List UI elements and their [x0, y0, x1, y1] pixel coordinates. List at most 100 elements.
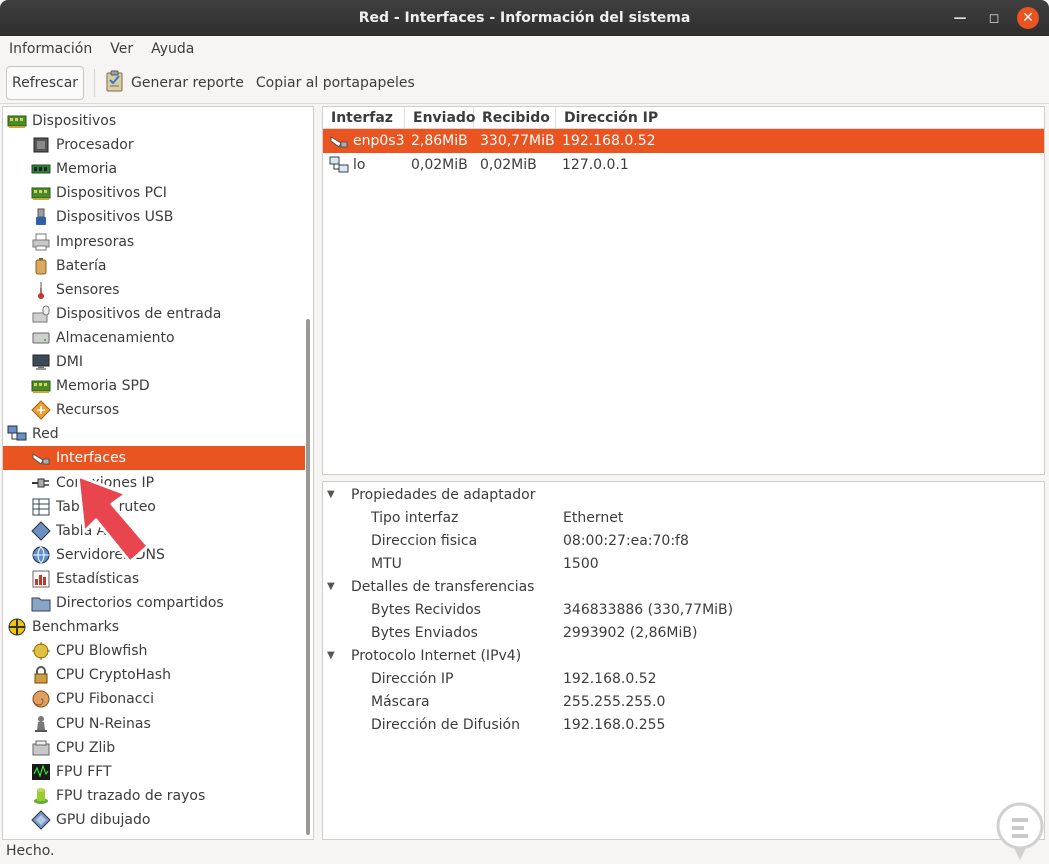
sidebar-item-procesador[interactable]: Procesador — [3, 133, 305, 157]
cell-text: 127.0.0.1 — [562, 157, 629, 173]
property-section[interactable]: ▼ Detalles de transferencias — [323, 575, 1023, 598]
sidebar-item-dispositivos-pci[interactable]: Dispositivos PCI — [3, 181, 305, 205]
status-bar: Hecho. — [6, 843, 55, 859]
property-value: Ethernet — [563, 509, 624, 526]
maximize-icon[interactable]: ◻ — [983, 7, 1005, 29]
cryptohash-icon — [31, 665, 51, 685]
close-icon[interactable]: ✕ — [1017, 7, 1039, 29]
copy-clipboard-button[interactable]: Copiar al portapapeles — [256, 75, 415, 91]
zlib-icon — [31, 738, 51, 758]
sidebar-item-label: CPU N-Reinas — [56, 715, 151, 732]
column-header-recibido[interactable]: Recibido — [474, 107, 556, 128]
cell-text: lo — [353, 157, 366, 173]
sidebar-item-label: Dispositivos PCI — [56, 185, 167, 202]
property-label: Protocolo Internet (IPv4) — [351, 647, 522, 664]
chess-icon — [31, 714, 51, 734]
sidebar-item-bateria[interactable]: Batería — [3, 254, 305, 278]
sidebar-item-sensores[interactable]: Sensores — [3, 278, 305, 302]
column-header-enviado[interactable]: Enviado — [405, 107, 476, 128]
sidebar-item-label: Recursos — [56, 402, 120, 419]
cell-sent: 2,86MiB — [405, 133, 474, 149]
sidebar-item-tabla-de-ruteo[interactable]: Tabla de ruteo — [3, 495, 305, 519]
sidebar-item-tabla-arp[interactable]: Tabla ARP — [3, 519, 305, 543]
sidebar-item-label: GPU dibujado — [56, 811, 151, 828]
property-section[interactable]: ▼ Protocolo Internet (IPv4) — [323, 644, 1023, 667]
cell-text: 192.168.0.52 — [562, 133, 656, 149]
sidebar-item-gpu-dibujado[interactable]: GPU dibujado — [3, 808, 305, 832]
column-header-interfaz[interactable]: Interfaz — [323, 107, 405, 128]
sidebar-item-almacenamiento[interactable]: Almacenamiento — [3, 326, 305, 350]
sidebar-item-conexiones-ip[interactable]: Conexiones IP — [3, 471, 305, 495]
cpu-icon — [31, 135, 51, 155]
property-value: 08:00:27:ea:70:f8 — [563, 532, 689, 549]
menu-informacion[interactable]: Información — [0, 41, 101, 57]
sidebar-item-interfaces[interactable]: Interfaces — [3, 446, 305, 471]
sidebar-item-estadisticas[interactable]: Estadísticas — [3, 567, 305, 591]
sidebar-item-dispositivos-de-entrada[interactable]: Dispositivos de entrada — [3, 302, 305, 326]
sidebar-item-fpu-trazado-de-rayos[interactable]: FPU trazado de rayos — [3, 784, 305, 808]
sidebar-item-cpu-cryptohash[interactable]: CPU CryptoHash — [3, 663, 305, 687]
sidebar-item-benchmarks[interactable]: Benchmarks — [3, 615, 305, 639]
menu-ayuda[interactable]: Ayuda — [142, 41, 203, 57]
property-label: Máscara — [371, 693, 430, 710]
cell-text: 0,02MiB — [411, 157, 468, 173]
table-row[interactable]: lo 0,02MiB 0,02MiB 127.0.0.1 — [323, 153, 1044, 177]
property-row: MTU 1500 — [323, 552, 1023, 575]
sidebar-item-label: Memoria SPD — [56, 378, 150, 395]
menu-ver[interactable]: Ver — [101, 41, 142, 57]
property-value: 346833886 (330,77MiB) — [563, 601, 734, 618]
sidebar-item-label: Dispositivos — [32, 113, 117, 129]
sidebar-item-label: Procesador — [56, 137, 134, 154]
sidebar-item-impresoras[interactable]: Impresoras — [3, 230, 305, 254]
column-header-direccion-ip[interactable]: Dirección IP — [556, 107, 1044, 128]
cell-name: lo — [323, 155, 405, 175]
sidebar-item-dispositivos-usb[interactable]: Dispositivos USB — [3, 205, 305, 229]
sidebar-scrollbar[interactable] — [306, 319, 310, 835]
sidebar-item-servidores-dns[interactable]: Servidores DNS — [3, 543, 305, 567]
sidebar-item-cpu-blowfish[interactable]: CPU Blowfish — [3, 639, 305, 663]
sidebar-item-label: Interfaces — [56, 450, 126, 467]
cell-text: 330,77MiB — [480, 133, 555, 149]
globe-icon — [31, 545, 51, 565]
property-value: 1500 — [563, 555, 599, 572]
sidebar-item-dispositivos[interactable]: Dispositivos — [3, 109, 305, 133]
sidebar-item-label: CPU Fibonacci — [56, 691, 155, 708]
property-label: Tipo interfaz — [371, 509, 459, 526]
sidebar-item-fpu-fft[interactable]: FPU FFT — [3, 760, 305, 784]
sidebar-item-memoria[interactable]: Memoria — [3, 157, 305, 181]
generate-report-button[interactable]: Generar reporte — [105, 70, 244, 96]
sidebar-item-memoria-spd[interactable]: Memoria SPD — [3, 374, 305, 398]
sidebar-item-red[interactable]: Red — [3, 422, 305, 446]
expander-triangle-icon[interactable]: ▼ — [327, 650, 339, 661]
property-label: Bytes Recividos — [371, 601, 481, 618]
sidebar-item-cpu-zlib[interactable]: CPU Zlib — [3, 736, 305, 760]
title-bar: Red - Interfaces - Información del siste… — [0, 0, 1049, 36]
property-label: MTU — [371, 555, 402, 572]
sidebar-tree[interactable]: Dispositivos Procesador Memoria Dispositivo… — [2, 106, 314, 840]
pci-icon — [31, 183, 51, 203]
sidebar-item-dmi[interactable]: DMI — [3, 350, 305, 374]
watermark-logo-icon — [996, 802, 1044, 860]
sidebar-item-cpu-fibonacci[interactable]: CPU Fibonacci — [3, 687, 305, 711]
blowfish-icon — [31, 641, 51, 661]
sidebar-item-label: Almacenamiento — [56, 329, 175, 346]
interface-icon — [31, 448, 51, 468]
property-section[interactable]: ▼ Propiedades de adaptador — [323, 483, 1023, 506]
gpu-icon — [31, 810, 51, 830]
battery-icon — [31, 256, 51, 276]
folder-icon — [31, 593, 51, 613]
refresh-button[interactable]: Refrescar — [6, 65, 85, 100]
property-label: Direccion fisica — [371, 532, 478, 549]
sidebar-item-recursos[interactable]: Recursos — [3, 398, 305, 422]
table-row[interactable]: enp0s3 2,86MiB 330,77MiB 192.168.0.52 — [323, 129, 1044, 153]
property-row: Direccion fisica 08:00:27:ea:70:f8 — [323, 529, 1023, 552]
cell-received: 0,02MiB — [474, 157, 556, 173]
sidebar-item-cpu-n-reinas[interactable]: CPU N-Reinas — [3, 712, 305, 736]
expander-triangle-icon[interactable]: ▼ — [327, 489, 339, 500]
expander-triangle-icon[interactable]: ▼ — [327, 581, 339, 592]
monitor-icon — [31, 352, 51, 372]
sidebar-item-directorios-compartidos[interactable]: Directorios compartidos — [3, 591, 305, 615]
property-row: Dirección IP 192.168.0.52 — [323, 667, 1023, 690]
minimize-icon[interactable]: — — [949, 7, 971, 29]
property-row: Bytes Recividos 346833886 (330,77MiB) — [323, 598, 1023, 621]
